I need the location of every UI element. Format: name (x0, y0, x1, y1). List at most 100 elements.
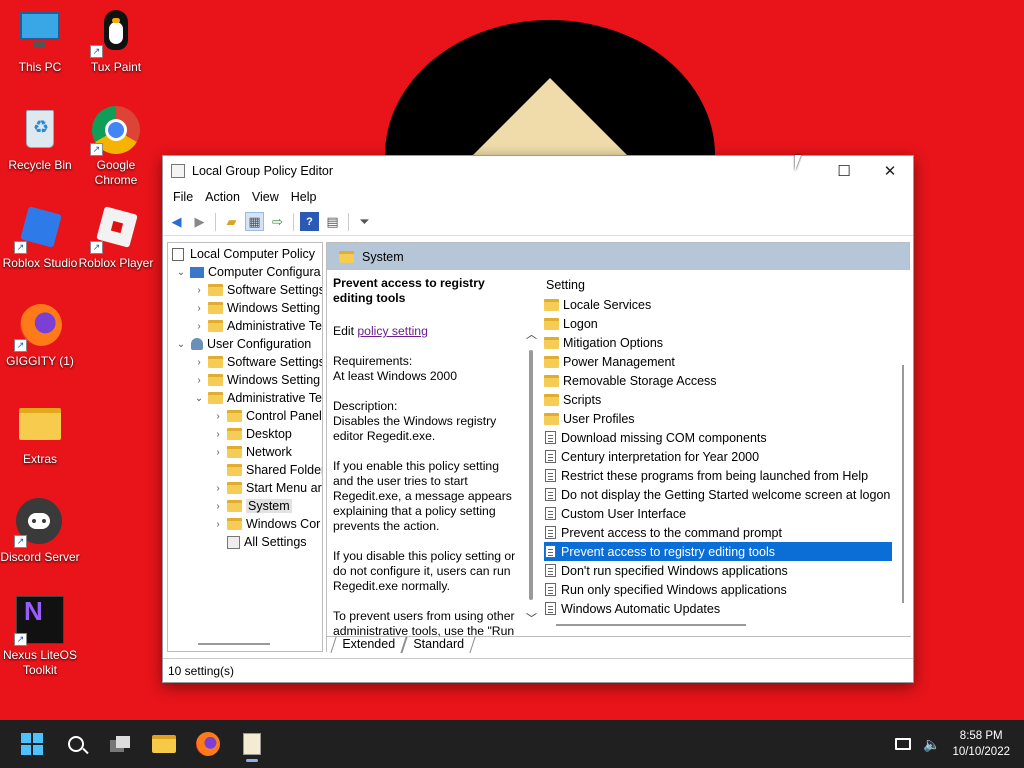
folder-icon (544, 336, 559, 349)
chevron-down-icon[interactable]: ⌄ (174, 267, 188, 278)
menu-help[interactable]: Help (285, 190, 323, 204)
desktop-icon-tux-paint[interactable]: ↗ Tux Paint (76, 8, 156, 75)
chevron-up-icon[interactable]: ︿ (526, 326, 537, 342)
tree-node-system[interactable]: › System (211, 497, 292, 515)
tree-node-control-panel[interactable]: › Control Panel (211, 407, 321, 425)
list-item[interactable]: Do not display the Getting Started welco… (544, 485, 892, 504)
list-item[interactable]: Windows Automatic Updates (544, 599, 892, 618)
tree-node-windows-settings[interactable]: › Windows Setting (192, 371, 320, 389)
tree-node-windows-settings[interactable]: › Windows Setting (192, 299, 320, 317)
firefox-button[interactable] (188, 724, 228, 764)
desktop-icon-this-pc[interactable]: This PC (0, 8, 80, 75)
desktop-icon-extras[interactable]: Extras (0, 400, 80, 467)
desktop-icon-roblox-studio[interactable]: ↗ Roblox Studio (0, 204, 80, 271)
tree-node-shared-folders[interactable]: Shared Folder (211, 461, 322, 479)
list-item[interactable]: Don't run specified Windows applications (544, 561, 892, 580)
chevron-right-icon[interactable]: › (211, 411, 225, 422)
tab-standard[interactable]: Standard (401, 637, 476, 653)
tree-node-local-computer-policy[interactable]: Local Computer Policy (172, 245, 315, 263)
chevron-right-icon[interactable]: › (211, 519, 225, 530)
tree-node-administrative-templates[interactable]: ⌄ Administrative Te (192, 389, 322, 407)
tree-node-start-menu[interactable]: › Start Menu ar (211, 479, 321, 497)
chevron-right-icon[interactable]: › (211, 501, 225, 512)
desktop-icon-recycle-bin[interactable]: ♻ Recycle Bin (0, 106, 80, 173)
tree-node-desktop[interactable]: › Desktop (211, 425, 292, 443)
desktop-icon-google-chrome[interactable]: ↗ Google Chrome (76, 106, 156, 188)
chevron-down-icon[interactable]: ⌄ (174, 339, 188, 350)
description-scrollbar[interactable]: ︿ ﹀ (523, 270, 540, 636)
list-item[interactable]: Run only specified Windows applications (544, 580, 892, 599)
tree-node-software-settings[interactable]: › Software Settings (192, 281, 322, 299)
taskbar: 🔈 8:58 PM 10/10/2022 (0, 720, 1024, 768)
list-item[interactable]: User Profiles (544, 409, 892, 428)
list-item[interactable]: Download missing COM components (544, 428, 892, 447)
show-hide-tree-icon[interactable]: ▦ (245, 212, 264, 231)
policy-setting-icon (545, 450, 556, 463)
search-button[interactable] (56, 724, 96, 764)
menu-file[interactable]: File (167, 190, 199, 204)
list-item[interactable]: Removable Storage Access (544, 371, 892, 390)
chevron-right-icon[interactable]: › (211, 447, 225, 458)
chevron-right-icon[interactable]: › (192, 321, 206, 332)
help-icon[interactable]: ? (300, 212, 319, 231)
list-item[interactable]: Scripts (544, 390, 892, 409)
chevron-down-icon[interactable]: ⌄ (192, 393, 206, 404)
tree-node-windows-components[interactable]: › Windows Cor (211, 515, 320, 533)
list-item[interactable]: Mitigation Options (544, 333, 892, 352)
folder-icon (227, 482, 242, 494)
list-horizontal-scrollbar[interactable] (556, 624, 746, 626)
chevron-right-icon[interactable]: › (192, 357, 206, 368)
tree-node-software-settings[interactable]: › Software Settings (192, 353, 322, 371)
chevron-right-icon[interactable]: › (211, 429, 225, 440)
properties-icon[interactable]: ▤ (323, 212, 342, 231)
menu-view[interactable]: View (246, 190, 285, 204)
back-arrow-icon[interactable]: ◀ (167, 212, 186, 231)
column-header-setting[interactable]: Setting (546, 274, 585, 292)
task-view-button[interactable] (100, 724, 140, 764)
tree-node-computer-configuration[interactable]: ⌄ Computer Configura (174, 263, 321, 281)
tree-node-network[interactable]: › Network (211, 443, 292, 461)
desktop-icon-roblox-player[interactable]: ↗ Roblox Player (76, 204, 156, 271)
chevron-right-icon[interactable]: › (192, 285, 206, 296)
list-item-label: Locale Services (563, 297, 652, 312)
search-icon (68, 736, 89, 755)
list-item-selected[interactable]: Prevent access to registry editing tools (544, 542, 892, 561)
start-button[interactable] (12, 724, 52, 764)
file-explorer-button[interactable] (144, 724, 184, 764)
desktop-icon-nexus-liteos[interactable]: N ↗ Nexus LiteOS Toolkit (0, 596, 80, 678)
close-button[interactable]: ✕ (867, 156, 913, 186)
chevron-right-icon[interactable]: › (211, 483, 225, 494)
list-vertical-scrollbar[interactable] (902, 365, 904, 603)
filter-icon[interactable]: ⏷ (355, 212, 374, 231)
policy-setting-link[interactable]: policy setting (357, 324, 427, 338)
menu-action[interactable]: Action (199, 190, 246, 204)
list-item[interactable]: Restrict these programs from being launc… (544, 466, 892, 485)
desktop-icon-giggity[interactable]: ↗ GIGGITY (1) (0, 302, 80, 369)
volume-icon[interactable]: 🔈 (923, 736, 940, 753)
chevron-right-icon[interactable]: › (192, 375, 206, 386)
tree-node-user-configuration[interactable]: ⌄ User Configuration (174, 335, 311, 353)
maximize-button[interactable]: ☐ (821, 156, 867, 186)
list-item[interactable]: Power Management (544, 352, 892, 371)
list-item[interactable]: Custom User Interface (544, 504, 892, 523)
tree-node-all-settings[interactable]: All Settings (211, 533, 307, 551)
gpedit-taskbar-button[interactable] (232, 724, 272, 764)
list-item[interactable]: Century interpretation for Year 2000 (544, 447, 892, 466)
shortcut-arrow-icon: ↗ (14, 339, 27, 352)
tree-node-administrative-templates[interactable]: › Administrative Te (192, 317, 322, 335)
up-folder-icon[interactable]: ▰ (222, 212, 241, 231)
tab-extended[interactable]: Extended (330, 637, 407, 653)
folder-icon (227, 518, 242, 530)
list-item[interactable]: Prevent access to the command prompt (544, 523, 892, 542)
export-list-icon[interactable]: ⇨ (268, 212, 287, 231)
list-item[interactable]: Logon (544, 314, 892, 333)
scrollbar-thumb[interactable] (529, 350, 533, 600)
chevron-right-icon[interactable]: › (192, 303, 206, 314)
list-item[interactable]: Locale Services (544, 295, 892, 314)
forward-arrow-icon[interactable]: ▶ (190, 212, 209, 231)
tree-horizontal-scrollbar[interactable] (198, 643, 270, 645)
chevron-down-icon[interactable]: ﹀ (526, 610, 537, 626)
network-icon[interactable] (895, 738, 911, 750)
clock[interactable]: 8:58 PM 10/10/2022 (952, 728, 1010, 760)
desktop-icon-discord-server[interactable]: ↗ Discord Server (0, 498, 80, 565)
